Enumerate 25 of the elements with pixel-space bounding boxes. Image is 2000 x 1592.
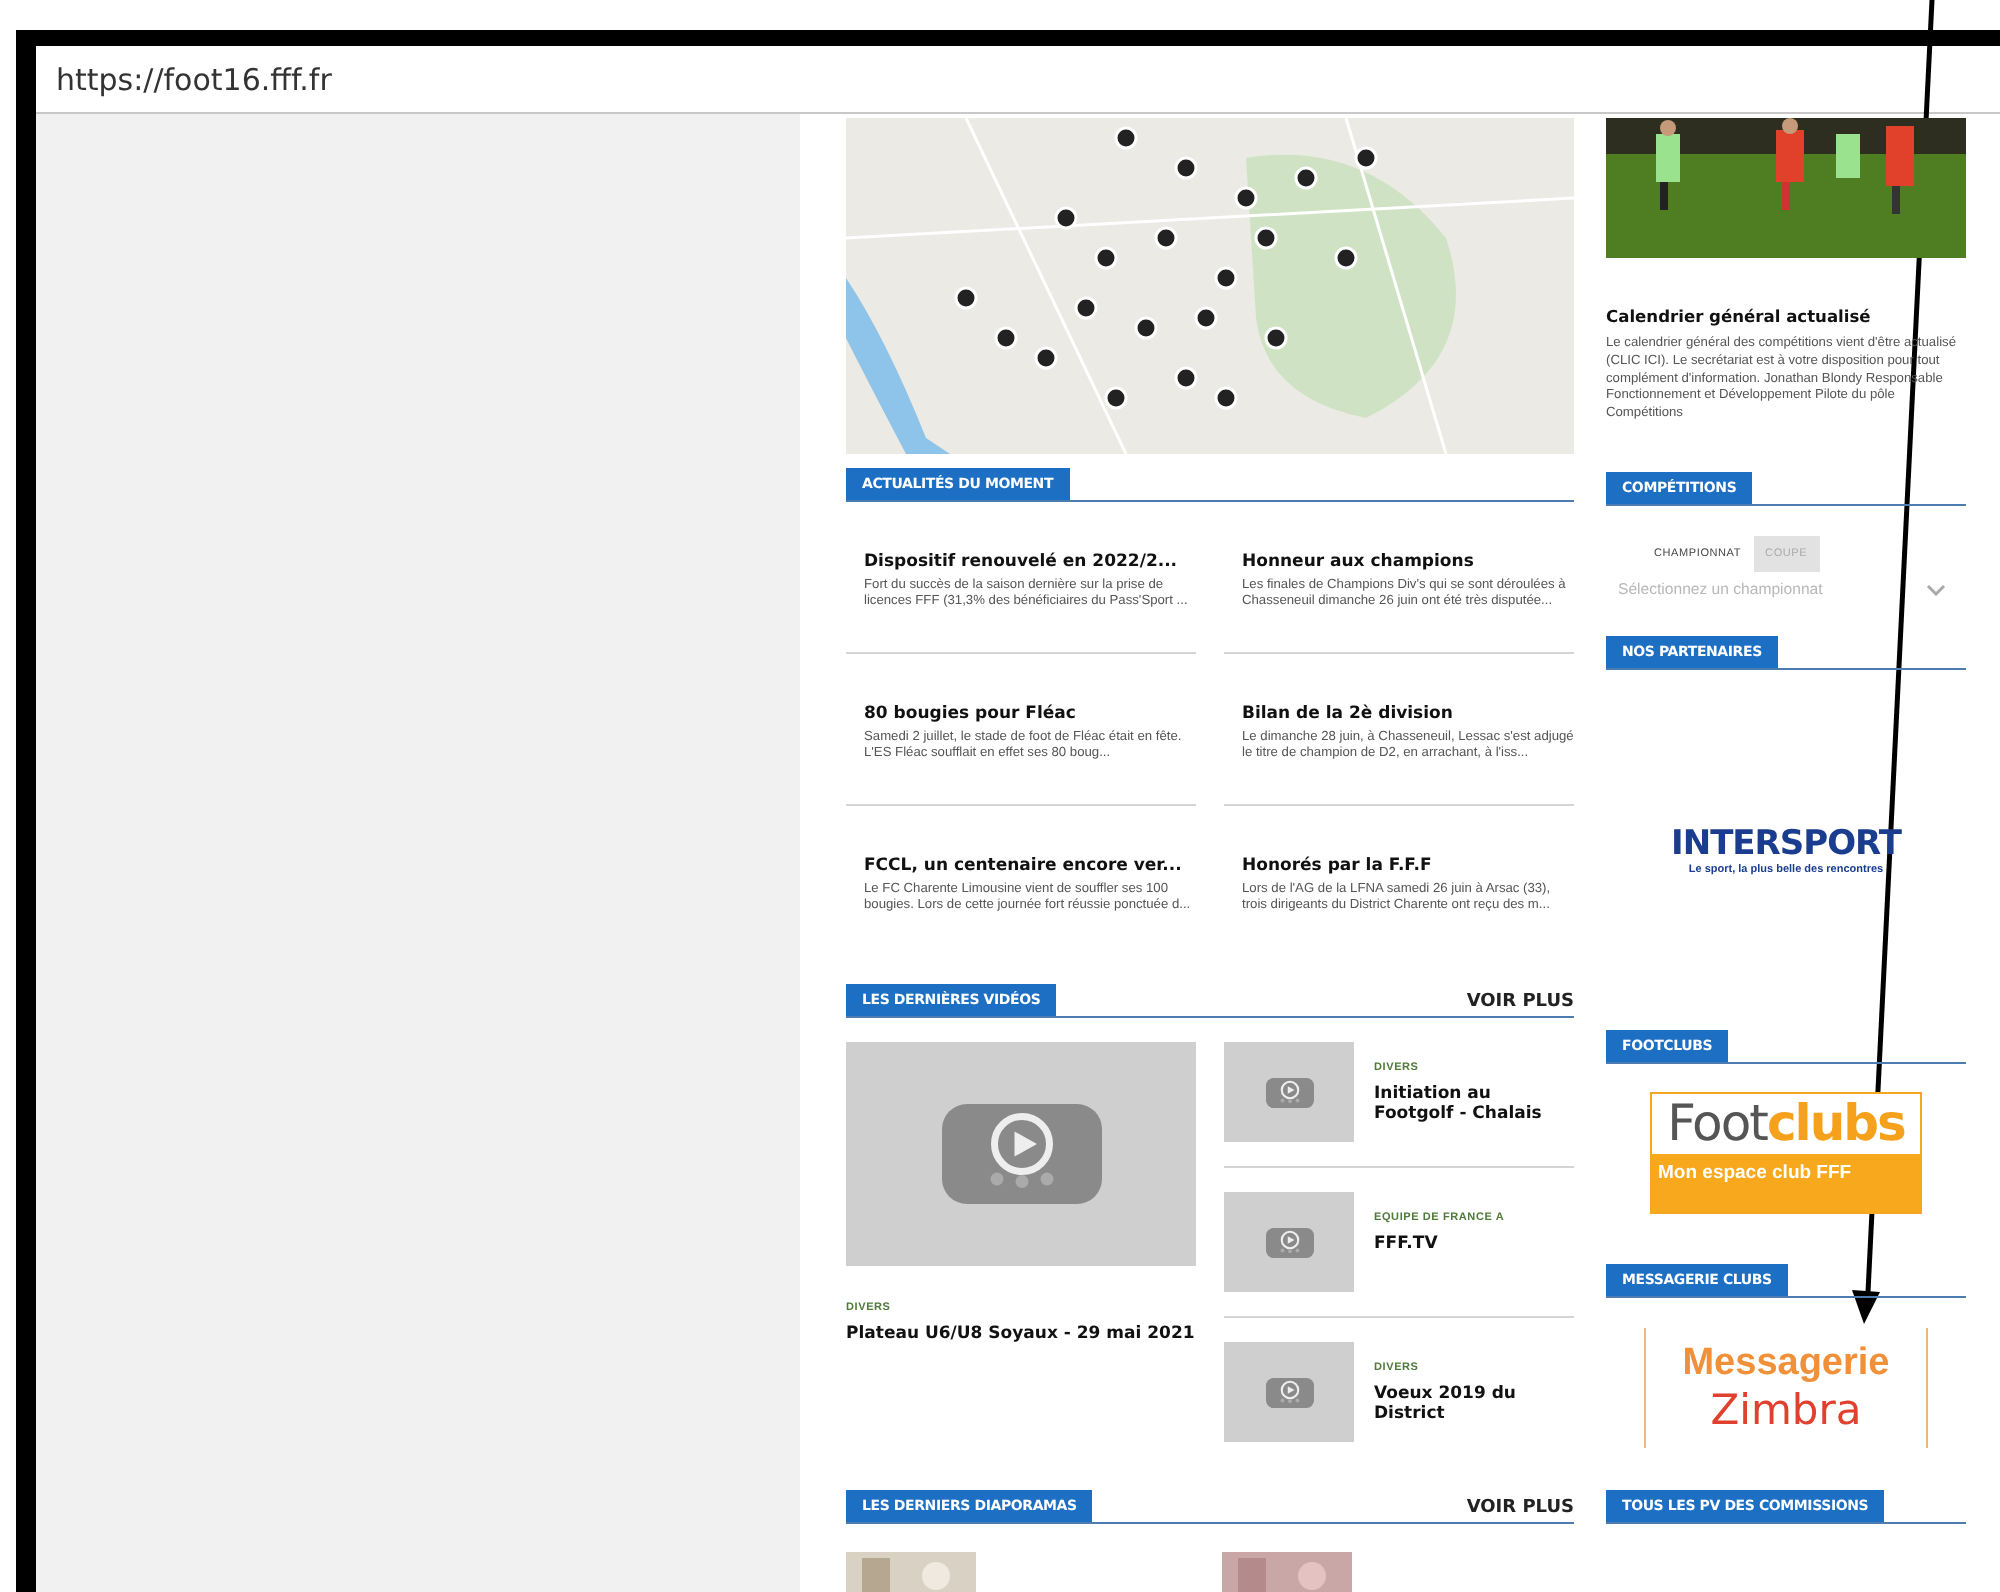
- news-title[interactable]: FCCL, un centenaire encore ver...: [864, 856, 1196, 876]
- address-bar-url[interactable]: https://foot16.fff.fr: [56, 61, 332, 97]
- news-title[interactable]: Honneur aux champions: [1242, 552, 1574, 572]
- news-title[interactable]: Bilan de la 2è division: [1242, 704, 1574, 724]
- play-icon: [1265, 1077, 1313, 1107]
- see-more-link[interactable]: VOIR PLUS: [1466, 992, 1574, 1016]
- video-title[interactable]: Voeux 2019 du District: [1374, 1384, 1574, 1424]
- news-title[interactable]: Honorés par la F.F.F: [1242, 856, 1574, 876]
- video-thumbnail[interactable]: [1224, 1042, 1354, 1142]
- play-icon: [1265, 1377, 1313, 1407]
- video-thumbnail[interactable]: [846, 1042, 1196, 1266]
- video-title[interactable]: Plateau U6/U8 Soyaux - 29 mai 2021: [846, 1324, 1196, 1344]
- news-title[interactable]: Dispositif renouvelé en 2022/2...: [864, 552, 1196, 572]
- play-icon: [941, 1104, 1101, 1204]
- footclubs-logo[interactable]: Footclubs Mon espace club FFF: [1650, 1092, 1922, 1215]
- play-icon: [1265, 1227, 1313, 1257]
- video-title[interactable]: FFF.TV: [1374, 1234, 1574, 1254]
- video-title[interactable]: Initiation au Footgolf - Chalais: [1374, 1084, 1574, 1124]
- chevron-down-icon: [1926, 583, 1946, 596]
- news-title[interactable]: 80 bougies pour Fléac: [864, 704, 1196, 724]
- article-title[interactable]: Calendrier général actualisé: [1606, 306, 1966, 326]
- zimbra-logo[interactable]: Messagerie Zimbra: [1644, 1327, 1928, 1448]
- see-more-link[interactable]: VOIR PLUS: [1466, 1498, 1574, 1522]
- video-thumbnail[interactable]: [1224, 1342, 1354, 1442]
- video-thumbnail[interactable]: [1224, 1192, 1354, 1292]
